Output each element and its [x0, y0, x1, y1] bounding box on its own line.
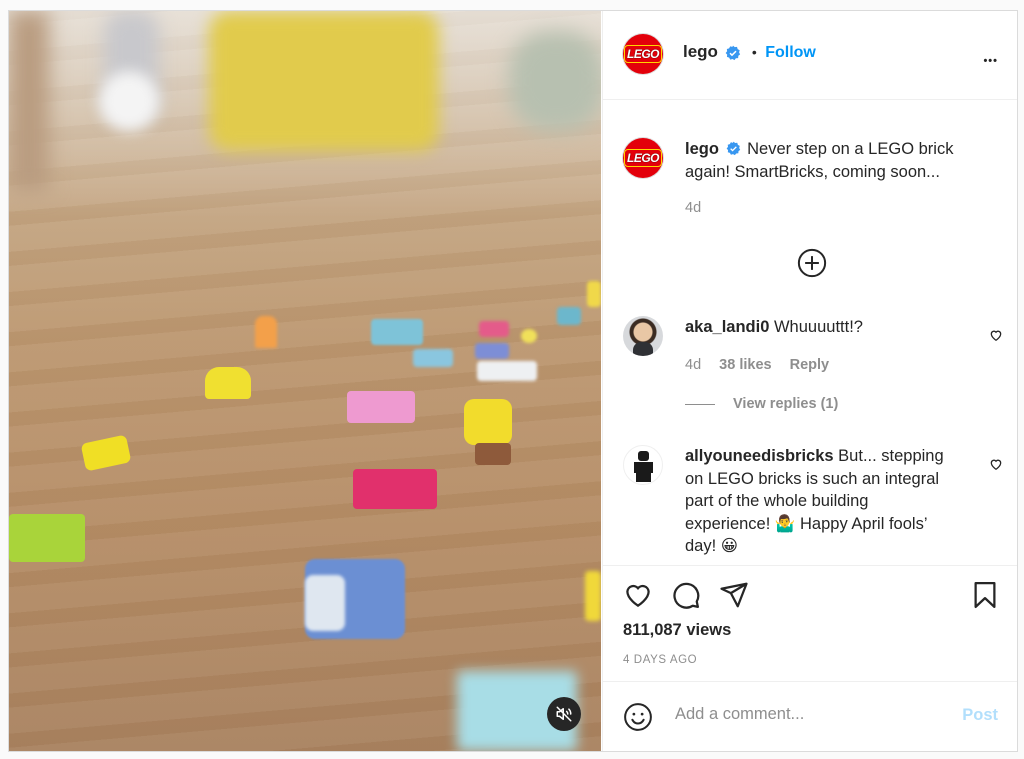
- pink-brick: [347, 391, 415, 423]
- comment-text: Whuuuuttt!?: [773, 318, 863, 336]
- comment-meta: 4d 38 likes Reply: [685, 357, 829, 373]
- heart-icon: [626, 584, 650, 607]
- heart-outline-icon: [990, 330, 1002, 342]
- speech-bubble-icon: [673, 582, 700, 609]
- yellow-figure-brick: [464, 399, 512, 445]
- white-flat-brick: [477, 361, 537, 381]
- caption-username[interactable]: lego: [685, 140, 719, 158]
- view-count[interactable]: 811,087 views: [623, 621, 731, 640]
- yellow-wedge-brick: [80, 434, 132, 472]
- teal-brick: [557, 307, 581, 325]
- more-options-button[interactable]: •••: [983, 47, 998, 70]
- lego-logo-text-small: LEGO: [623, 149, 662, 167]
- lego-logo-text: LEGO: [623, 45, 662, 63]
- yellow-pillow: [209, 11, 439, 151]
- caption-text-block: lego Never step on a LEGO brick again! S…: [685, 138, 985, 183]
- mute-button[interactable]: [547, 697, 581, 731]
- magenta-brick: [353, 469, 437, 509]
- like-comment-button[interactable]: [989, 328, 1003, 347]
- like-button[interactable]: [623, 580, 653, 615]
- comment-item: aka_landi0 Whuuuuttt!? 4d 38 likes Reply: [623, 316, 1003, 386]
- comment-input[interactable]: [673, 704, 937, 725]
- save-button[interactable]: [970, 580, 1000, 615]
- comment-likes[interactable]: 38 likes: [719, 357, 771, 373]
- comment-text-block: allyouneedisbricks But... stepping on LE…: [685, 445, 955, 558]
- emoji-button[interactable]: [623, 702, 653, 737]
- yellow-right-brick: [587, 281, 601, 307]
- circle-plus-icon: [797, 248, 827, 278]
- post-comment-button[interactable]: Post: [962, 706, 998, 725]
- view-replies-divider: [685, 403, 715, 405]
- share-button[interactable]: [719, 580, 749, 615]
- follow-button[interactable]: Follow: [765, 44, 816, 61]
- view-replies-button[interactable]: View replies (1): [685, 396, 838, 412]
- header-separator: •: [751, 44, 757, 60]
- header-username[interactable]: lego: [683, 42, 718, 61]
- caption: LEGO lego Never step on a LEGO brick aga…: [623, 138, 1003, 218]
- verified-badge-icon: [726, 45, 741, 60]
- header-user-line: lego • Follow: [683, 42, 816, 62]
- comment-username[interactable]: aka_landi0: [685, 318, 769, 336]
- speaker-muted-icon: [556, 706, 572, 722]
- brown-brick: [475, 443, 511, 465]
- yellow-dot-brick: [521, 329, 537, 343]
- verified-badge-icon: [726, 141, 740, 156]
- add-comment-bar: Post: [603, 681, 1017, 751]
- comment-text-block: aka_landi0 Whuuuuttt!?: [685, 316, 955, 339]
- post-video[interactable]: [9, 11, 601, 751]
- shoe: [99, 71, 159, 131]
- orange-cone-brick: [255, 316, 277, 348]
- lime-brick: [9, 514, 85, 562]
- lego-avatar-small[interactable]: LEGO: [623, 138, 663, 178]
- bookmark-icon: [974, 582, 996, 608]
- paper-plane-icon: [720, 582, 748, 608]
- pink-small-brick: [479, 321, 509, 337]
- comment-age: 4d: [685, 357, 702, 373]
- smiley-face-icon: [624, 703, 652, 731]
- like-comment-button[interactable]: [989, 457, 1003, 476]
- avatar-aka-landi0[interactable]: [623, 316, 663, 356]
- post-header: LEGO lego • Follow •••: [603, 11, 1017, 100]
- yellow-edge-brick: [585, 571, 601, 621]
- view-replies-label: View replies (1): [733, 396, 839, 412]
- load-more-comments-button[interactable]: [797, 248, 827, 283]
- post-actions: 811,087 views 4 DAYS AGO: [603, 565, 1017, 682]
- lego-avatar[interactable]: LEGO: [623, 34, 663, 74]
- blue-small-brick: [413, 349, 453, 367]
- comments-list[interactable]: LEGO lego Never step on a LEGO brick aga…: [603, 100, 1017, 565]
- avatar-allyouneedisbricks[interactable]: [623, 445, 663, 485]
- yellow-rounded-brick: [205, 367, 251, 399]
- heart-outline-icon: [990, 459, 1002, 471]
- comment-button[interactable]: [671, 580, 701, 615]
- comment-username[interactable]: allyouneedisbricks: [685, 447, 834, 465]
- white-arch-brick: [305, 575, 345, 631]
- reply-button[interactable]: Reply: [790, 357, 830, 373]
- left-wall: [9, 11, 49, 191]
- post-modal: LEGO lego • Follow ••• LEGO lego Never s…: [8, 10, 1018, 752]
- post-sidebar: LEGO lego • Follow ••• LEGO lego Never s…: [602, 11, 1017, 751]
- more-options-icon: •••: [983, 55, 998, 67]
- grey-cushion: [509, 31, 601, 131]
- comment-item: allyouneedisbricks But... stepping on LE…: [623, 445, 1003, 565]
- light-blue-brick: [371, 319, 423, 345]
- post-date: 4 DAYS AGO: [623, 654, 698, 666]
- caption-age: 4d: [685, 200, 702, 216]
- blue-bar-brick: [475, 343, 509, 359]
